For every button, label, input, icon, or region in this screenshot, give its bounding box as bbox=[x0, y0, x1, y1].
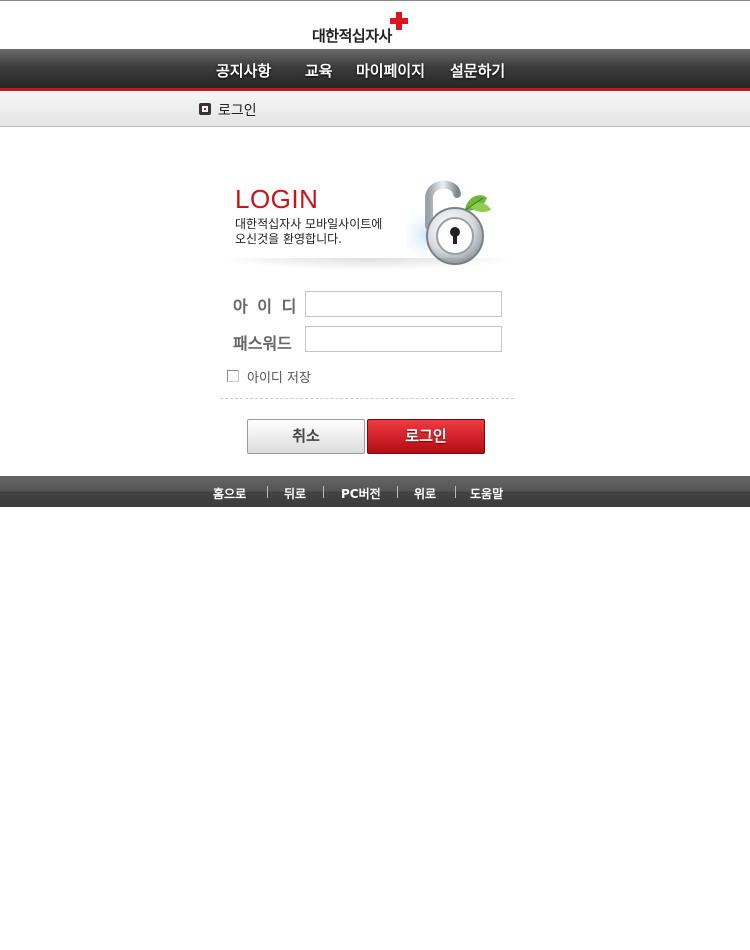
padlock-icon bbox=[407, 180, 491, 265]
welcome-message: 대한적십자사 모바일사이트에 오신것을 환영합니다. bbox=[235, 217, 382, 247]
main-nav: 공지사항 교육 마이페이지 설문하기 bbox=[0, 49, 750, 91]
nav-item-mypage[interactable]: 마이페이지 bbox=[356, 60, 425, 81]
password-label: 패스워드 bbox=[233, 334, 292, 353]
checkbox-icon[interactable] bbox=[227, 370, 239, 382]
footer-link-home[interactable]: 홈으로 bbox=[213, 485, 246, 502]
footer-bar: 홈으로 뒤로 PC버전 위로 도움말 bbox=[0, 476, 750, 507]
id-input[interactable] bbox=[305, 291, 502, 317]
nav-item-education[interactable]: 교육 bbox=[305, 60, 333, 81]
nav-item-notice[interactable]: 공지사항 bbox=[216, 60, 271, 81]
breadcrumb-bar: 로그인 bbox=[0, 91, 750, 127]
footer-separator bbox=[455, 486, 456, 498]
remember-id-label: 아이디 저장 bbox=[247, 371, 311, 386]
footer-link-top[interactable]: 위로 bbox=[414, 485, 436, 502]
footer-link-back[interactable]: 뒤로 bbox=[284, 485, 306, 502]
login-button[interactable]: 로그인 bbox=[367, 419, 485, 454]
welcome-line-2: 오신것을 환영합니다. bbox=[235, 232, 342, 246]
login-heading: LOGIN bbox=[235, 184, 319, 214]
logo-text: 대한적십자사 bbox=[312, 27, 392, 45]
site-header: 대한적십자사 bbox=[0, 0, 750, 49]
page-title: 로그인 bbox=[218, 103, 257, 119]
banner-shadow bbox=[217, 258, 522, 270]
login-banner: LOGIN 대한적십자사 모바일사이트에 오신것을 환영합니다. bbox=[217, 172, 522, 270]
divider bbox=[220, 398, 514, 399]
footer-separator bbox=[323, 486, 324, 498]
id-label: 아 이 디 bbox=[233, 297, 299, 316]
footer-link-pc-version[interactable]: PC버전 bbox=[341, 485, 381, 502]
red-cross-icon bbox=[390, 12, 408, 30]
footer-separator bbox=[397, 486, 398, 498]
bullet-icon bbox=[199, 103, 211, 115]
password-input[interactable] bbox=[305, 326, 502, 352]
footer-separator bbox=[267, 486, 268, 498]
nav-item-survey[interactable]: 설문하기 bbox=[450, 60, 505, 81]
welcome-line-1: 대한적십자사 모바일사이트에 bbox=[235, 217, 383, 231]
cancel-button[interactable]: 취소 bbox=[247, 419, 365, 454]
footer-link-help[interactable]: 도움말 bbox=[470, 485, 503, 502]
